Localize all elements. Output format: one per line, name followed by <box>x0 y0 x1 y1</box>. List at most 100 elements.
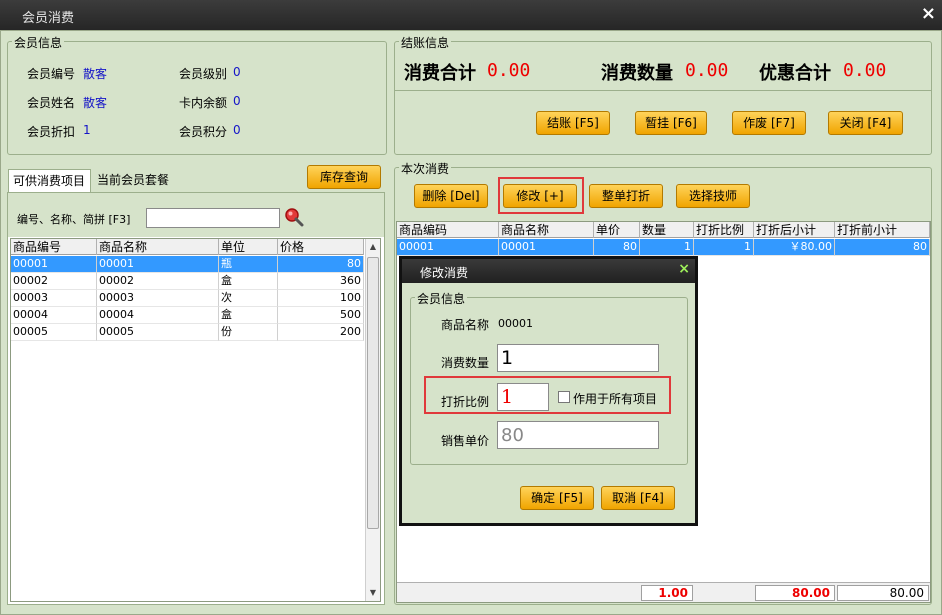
table-footer: 1.00 80.00 80.00 <box>397 582 930 602</box>
current-legend: 本次消费 <box>399 160 452 177</box>
total-qty-label: 消费数量 <box>601 63 673 84</box>
table-cell: 00001 <box>97 256 219 273</box>
table-cell: 00005 <box>11 324 97 341</box>
table-cell: 200 <box>278 324 364 341</box>
close-icon[interactable]: × <box>921 3 936 25</box>
table-cell: 00004 <box>11 307 97 324</box>
column-header[interactable]: 价格 <box>278 239 364 255</box>
cancel-button[interactable]: 取消 [F4] <box>601 486 675 510</box>
price-label: 销售单价 <box>441 434 490 448</box>
table-row[interactable]: 00001 00001 80 1 1 ￥80.00 80 <box>397 239 930 256</box>
table-row[interactable]: 00001 00001 瓶 80 <box>11 256 364 273</box>
dialog-legend: 会员信息 <box>415 290 468 307</box>
table-row[interactable]: 00003 00003 次 100 <box>11 290 364 307</box>
scroll-thumb[interactable] <box>367 257 379 529</box>
column-header[interactable]: 单价 <box>594 222 640 238</box>
column-header[interactable]: 单位 <box>219 239 278 255</box>
table-cell: 份 <box>219 324 278 341</box>
stock-query-button[interactable]: 库存查询 <box>307 165 381 189</box>
footer-before-discount: 80.00 <box>837 585 929 601</box>
member-discount-value: 1 <box>83 123 91 137</box>
footer-after-discount: 80.00 <box>755 585 835 601</box>
items-scrollbar[interactable]: ▲ ▼ <box>365 239 380 601</box>
dialog-close-icon[interactable]: × <box>678 261 690 277</box>
table-cell: 00003 <box>97 290 219 307</box>
member-id-value: 散客 <box>83 67 108 81</box>
window-title: 会员消费 <box>22 11 75 26</box>
modify-button[interactable]: 修改 [+] <box>503 184 577 208</box>
delete-button[interactable]: 删除 [Del] <box>414 184 488 208</box>
member-id-label: 会员编号 <box>27 67 76 81</box>
qty-label: 消费数量 <box>441 356 490 370</box>
table-row[interactable]: 00004 00004 盒 500 <box>11 307 364 324</box>
table-cell: 00004 <box>97 307 219 324</box>
hold-button[interactable]: 暂挂 [F6] <box>635 111 707 135</box>
scroll-down-icon[interactable]: ▼ <box>366 586 380 600</box>
member-level-label: 会员级别 <box>179 67 228 81</box>
column-header[interactable]: 商品编号 <box>11 239 97 255</box>
table-cell: 00005 <box>97 324 219 341</box>
ratio-highlight <box>424 376 671 414</box>
dialog-title-bar: 修改消费 × <box>402 259 695 283</box>
member-name-label: 会员姓名 <box>27 96 76 110</box>
table-row[interactable]: 00002 00002 盒 360 <box>11 273 364 290</box>
table-cell: 盒 <box>219 273 278 290</box>
table-cell: 盒 <box>219 307 278 324</box>
column-header[interactable]: 商品名称 <box>97 239 219 255</box>
search-icon[interactable] <box>284 207 304 230</box>
column-header[interactable]: 数量 <box>640 222 694 238</box>
column-header[interactable]: 商品编码 <box>397 222 499 238</box>
column-header[interactable]: 打折比例 <box>694 222 754 238</box>
member-points-value: 0 <box>233 123 241 137</box>
table-cell: 100 <box>278 290 364 307</box>
search-label: 编号、名称、简拼 [F3] <box>17 213 131 226</box>
member-info-legend: 会员信息 <box>12 34 65 51</box>
table-cell: 360 <box>278 273 364 290</box>
total-qty-value: 0.00 <box>685 60 729 81</box>
table-cell: 00001 <box>11 256 97 273</box>
member-info-group: 会员信息 会员编号 散客 会员级别 0 会员姓名 散客 卡内余额 0 会员折扣 … <box>7 34 387 155</box>
total-discount-value: 0.00 <box>843 60 887 81</box>
table-cell: 次 <box>219 290 278 307</box>
whole-discount-button[interactable]: 整单打折 <box>589 184 663 208</box>
table-cell: 00002 <box>97 273 219 290</box>
total-discount-label: 优惠合计 <box>759 63 831 84</box>
member-points-label: 会员积分 <box>179 125 228 139</box>
total-amount-value: 0.00 <box>487 60 531 81</box>
checkout-info-group: 结账信息 消费合计 0.00 消费数量 0.00 优惠合计 0.00 结账 [F… <box>394 34 932 155</box>
search-input[interactable] <box>146 208 280 228</box>
table-cell: 500 <box>278 307 364 324</box>
table-cell: 00001 <box>499 239 594 256</box>
table-cell: ￥80.00 <box>754 239 835 256</box>
member-level-value: 0 <box>233 65 241 79</box>
product-name-value: 00001 <box>498 317 533 330</box>
tab-member-packages[interactable]: 当前会员套餐 <box>93 169 179 193</box>
table-cell: 00002 <box>11 273 97 290</box>
table-cell: 80 <box>594 239 640 256</box>
table-cell: 80 <box>835 239 930 256</box>
qty-input[interactable] <box>497 344 659 372</box>
product-name-label: 商品名称 <box>441 318 490 332</box>
scroll-up-icon[interactable]: ▲ <box>366 240 380 254</box>
technician-button[interactable]: 选择技师 <box>676 184 750 208</box>
column-header[interactable]: 商品名称 <box>499 222 594 238</box>
confirm-button[interactable]: 确定 [F5] <box>520 486 594 510</box>
table-row[interactable]: 00005 00005 份 200 <box>11 324 364 341</box>
member-balance-label: 卡内余额 <box>179 96 228 110</box>
table-cell: 00003 <box>11 290 97 307</box>
column-header[interactable]: 打折后小计 <box>754 222 835 238</box>
items-table: 商品编号 商品名称 单位 价格 00001 00001 瓶 80 00002 0… <box>10 238 381 602</box>
void-button[interactable]: 作废 [F7] <box>732 111 806 135</box>
close-button[interactable]: 关闭 [F4] <box>828 111 903 135</box>
member-name-value: 散客 <box>83 96 108 110</box>
table-cell: 1 <box>694 239 754 256</box>
column-header[interactable]: 打折前小计 <box>835 222 930 238</box>
tab-available-items[interactable]: 可供消费项目 <box>8 169 91 193</box>
member-balance-value: 0 <box>233 94 241 108</box>
checkout-button[interactable]: 结账 [F5] <box>536 111 610 135</box>
table-cell: 1 <box>640 239 694 256</box>
total-amount-label: 消费合计 <box>404 63 476 84</box>
table-cell: 80 <box>278 256 364 273</box>
price-input[interactable] <box>497 421 659 449</box>
footer-qty: 1.00 <box>641 585 693 601</box>
